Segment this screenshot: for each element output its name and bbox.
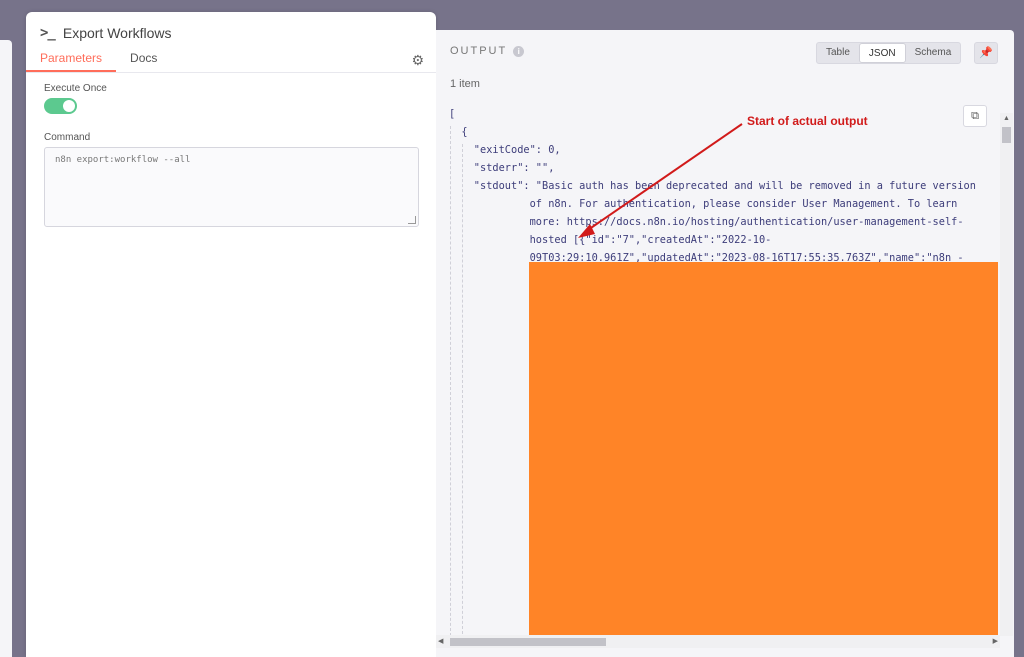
output-panel: OUTPUT i Table JSON Schema 📌 1 item [ { … <box>436 30 1014 657</box>
node-title: >_ Export Workflows <box>40 25 172 41</box>
command-input[interactable]: n8n export:workflow --all <box>44 147 419 227</box>
terminal-icon: >_ <box>40 25 56 41</box>
json-line: [ <box>449 108 456 120</box>
json-viewer: [ { "exitCode": 0, "stderr": "", "stdout… <box>436 102 1014 657</box>
json-line: more: https://docs.n8n.io/hosting/authen… <box>449 216 964 228</box>
parameters-panel: >_ Export Workflows Parameters Docs ⚙ Ex… <box>26 12 436 657</box>
redaction-block <box>529 262 998 635</box>
horizontal-scrollbar[interactable]: ◀ ▶ <box>436 635 1000 648</box>
copy-icon[interactable]: ⧉ <box>963 105 987 127</box>
annotation-label: Start of actual output <box>747 114 868 128</box>
view-table[interactable]: Table <box>817 43 859 63</box>
node-header: >_ Export Workflows Parameters Docs ⚙ <box>26 12 436 72</box>
scroll-thumb[interactable] <box>450 638 606 646</box>
scroll-up-icon[interactable]: ▲ <box>1000 113 1013 125</box>
pin-icon[interactable]: 📌 <box>974 42 998 64</box>
json-line: of n8n. For authentication, please consi… <box>449 198 958 210</box>
output-title: OUTPUT i <box>450 45 525 57</box>
canvas-left-strip <box>0 40 12 657</box>
gear-icon[interactable]: ⚙ <box>411 52 424 69</box>
output-title-text: OUTPUT <box>450 45 508 57</box>
scroll-thumb[interactable] <box>1002 127 1011 143</box>
json-text: [ { "exitCode": 0, "stderr": "", "stdout… <box>449 105 976 267</box>
vertical-scrollbar[interactable]: ▲ <box>1000 113 1013 636</box>
scroll-left-icon[interactable]: ◀ <box>438 635 443 648</box>
json-line: "stdout": "Basic auth has been deprecate… <box>449 180 976 192</box>
parameters-body: Execute Once Command n8n export:workflow… <box>26 72 436 657</box>
scroll-right-icon[interactable]: ▶ <box>993 635 998 648</box>
view-switcher: Table JSON Schema <box>816 42 962 64</box>
resize-handle-icon[interactable] <box>408 216 416 224</box>
node-title-text[interactable]: Export Workflows <box>63 25 172 41</box>
node-tabs: Parameters Docs <box>26 50 171 72</box>
execute-once-label: Execute Once <box>44 83 107 94</box>
json-line: { <box>449 126 468 138</box>
command-label: Command <box>44 132 91 143</box>
command-value: n8n export:workflow --all <box>55 155 191 165</box>
tab-parameters[interactable]: Parameters <box>26 50 117 72</box>
item-count: 1 item <box>450 78 480 90</box>
view-json[interactable]: JSON <box>858 43 906 63</box>
execute-once-toggle[interactable] <box>44 98 77 114</box>
tab-docs[interactable]: Docs <box>116 50 171 72</box>
info-icon[interactable]: i <box>513 45 525 57</box>
view-schema[interactable]: Schema <box>906 43 961 63</box>
json-line: "exitCode": 0, <box>449 144 561 156</box>
json-line: "stderr": "", <box>449 162 555 174</box>
json-line: hosted [{"id":"7","createdAt":"2022-10- <box>449 234 772 246</box>
